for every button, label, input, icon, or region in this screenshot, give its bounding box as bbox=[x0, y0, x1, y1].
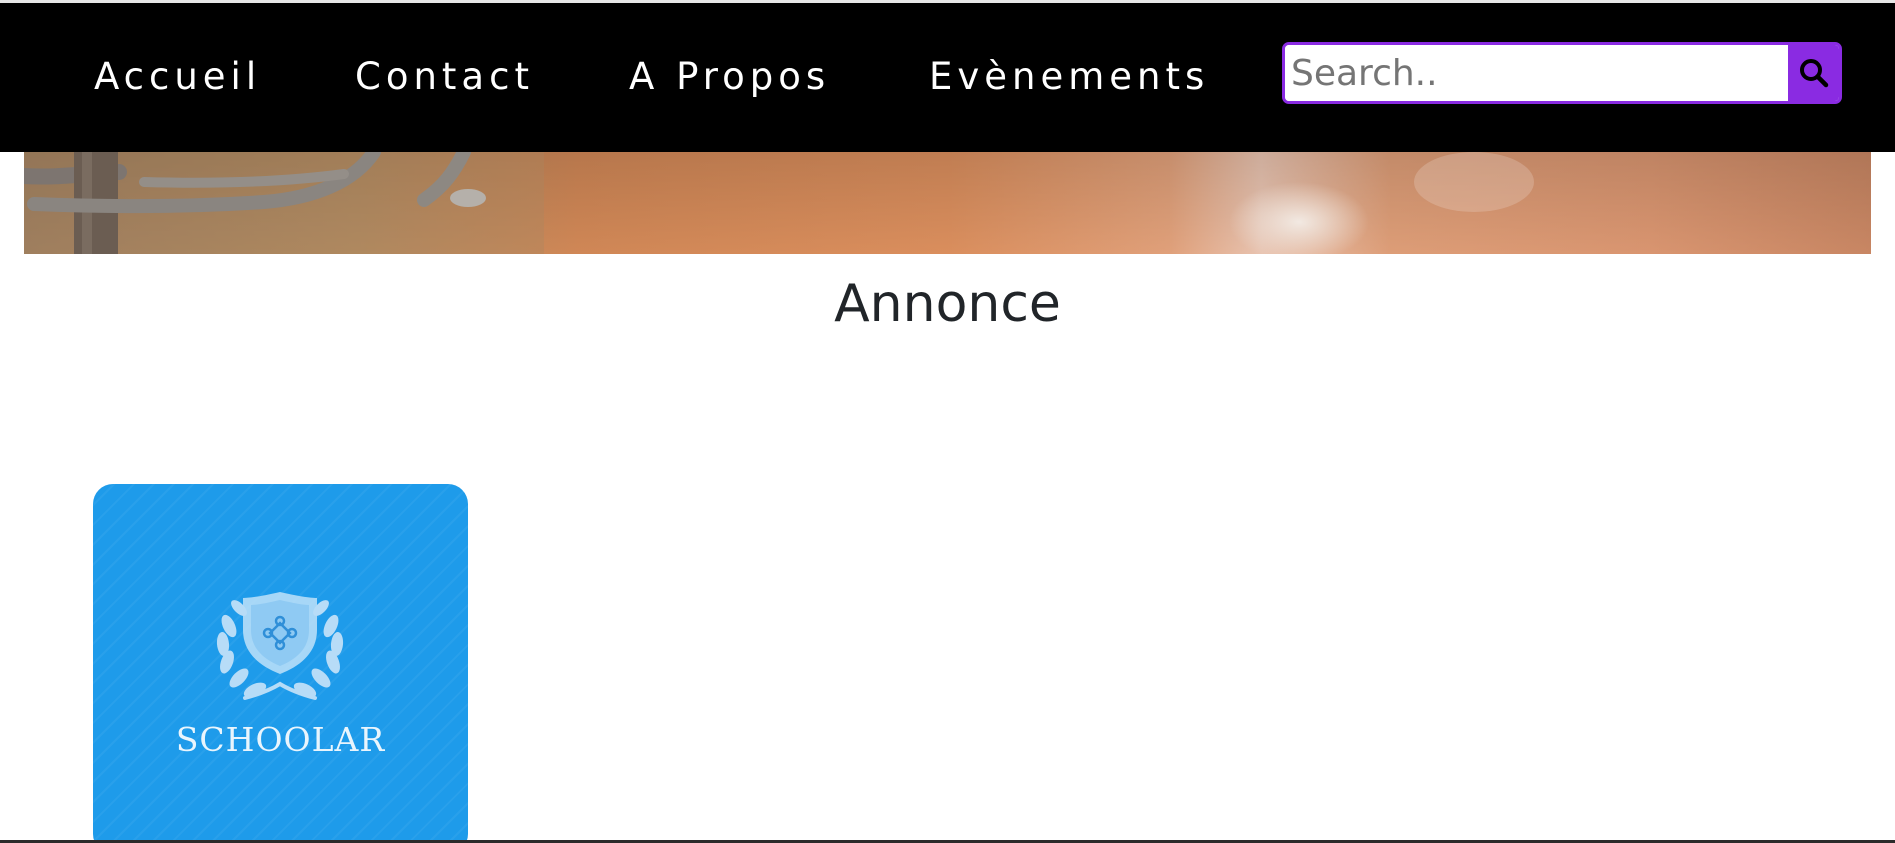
nav-link-a-propos[interactable]: A Propos bbox=[629, 55, 830, 99]
nav-link-contact[interactable]: Contact bbox=[355, 55, 534, 99]
nav-link-evenements[interactable]: Evènements bbox=[929, 55, 1209, 99]
navbar: Accueil Contact A Propos Evènements bbox=[0, 3, 1895, 152]
classroom-photo bbox=[24, 152, 1871, 254]
page-heading: Annonce bbox=[834, 274, 1061, 334]
nav-link-accueil[interactable]: Accueil bbox=[94, 55, 261, 99]
search-input[interactable] bbox=[1285, 45, 1790, 101]
search-button[interactable] bbox=[1788, 45, 1839, 101]
logo-text: SCHOOLAR bbox=[175, 720, 386, 759]
search-form bbox=[1282, 42, 1842, 104]
hero-image bbox=[24, 152, 1871, 254]
announcement-card[interactable]: SCHOOLAR bbox=[93, 484, 468, 843]
page: Accueil Contact A Propos Evènements Sear… bbox=[0, 0, 1895, 843]
search-icon bbox=[1799, 59, 1828, 88]
shield-laurel-icon bbox=[216, 592, 344, 700]
